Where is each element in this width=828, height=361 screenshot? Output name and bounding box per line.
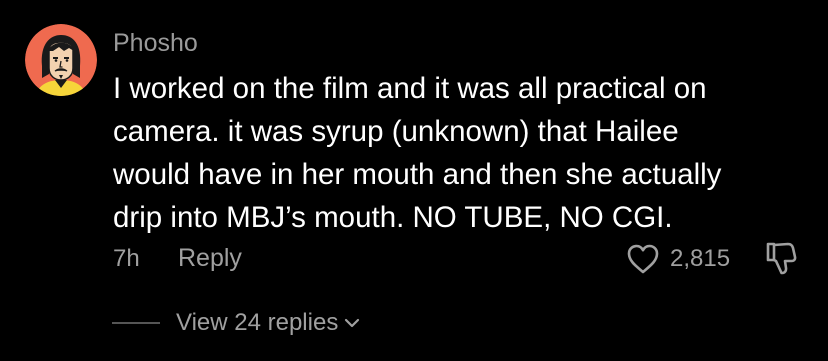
like-count: 2,815 (670, 245, 731, 272)
comment-timestamp: 7h (113, 245, 140, 272)
avatar[interactable] (25, 24, 97, 96)
dislike-button[interactable] (764, 240, 798, 276)
reply-button[interactable]: Reply (178, 243, 242, 273)
thumbs-down-icon (766, 242, 797, 275)
comment-text-line: camera. it was syrup (unknown) that Hail… (113, 115, 679, 148)
comment-text-line: drip into MBJ’s mouth. NO TUBE, NO CGI. (113, 201, 673, 234)
view-replies-button[interactable]: View 24 replies (112, 308, 360, 338)
comment-username[interactable]: Phosho (113, 28, 198, 58)
chevron-down-icon (345, 318, 360, 328)
divider-line (112, 322, 160, 324)
view-replies-label: View 24 replies (176, 309, 339, 336)
comment-text-line: would have in her mouth and then she act… (113, 158, 722, 191)
comment-text: I worked on the film and it was all prac… (113, 67, 813, 239)
comment-text-line: I worked on the film and it was all prac… (113, 72, 707, 105)
comment-item: Phosho I worked on the film and it was a… (0, 0, 828, 361)
like-button[interactable]: 2,815 (626, 240, 730, 278)
heart-outline-icon (627, 244, 659, 274)
